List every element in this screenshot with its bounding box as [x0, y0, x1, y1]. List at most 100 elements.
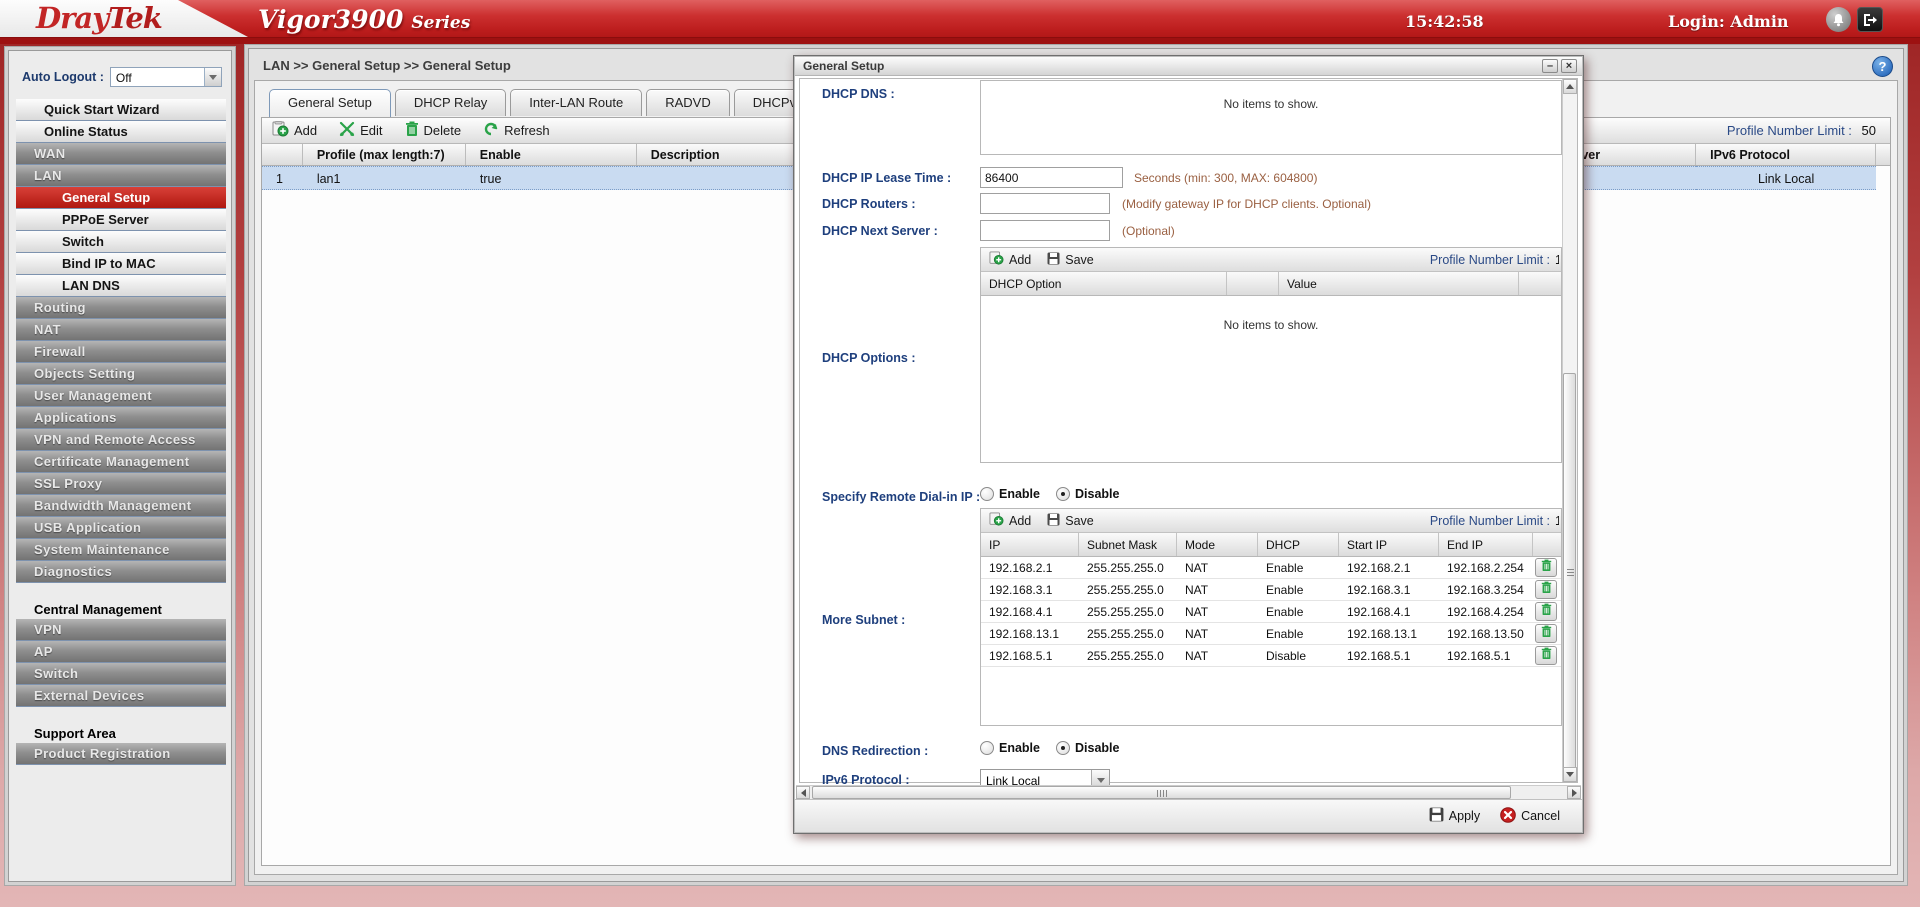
sidebar-item-external-devices[interactable]: External Devices	[16, 685, 226, 707]
sidebar-item-lan-dns[interactable]: LAN DNS	[16, 275, 226, 297]
sidebar-item-nat[interactable]: NAT	[16, 319, 226, 341]
tab-radvd[interactable]: RADVD	[646, 89, 730, 116]
sidebar-item-switch[interactable]: Switch	[16, 663, 226, 685]
dialog-footer: Apply Cancel	[795, 799, 1582, 832]
subnet-cell-mode: NAT	[1177, 627, 1258, 641]
bell-icon[interactable]	[1826, 7, 1851, 32]
clock: 15:42:58	[1405, 12, 1484, 31]
dialog-horizontal-scrollbar[interactable]	[796, 785, 1581, 799]
subnet-delete-button[interactable]	[1535, 580, 1557, 599]
delete-button[interactable]: Delete	[405, 121, 462, 140]
sidebar-item-quick-start-wizard[interactable]: Quick Start Wizard	[16, 99, 226, 121]
trash-icon	[1541, 603, 1552, 621]
sidebar-item-firewall[interactable]: Firewall	[16, 341, 226, 363]
subnet-cell-end-ip: 192.168.2.254	[1439, 561, 1533, 575]
subnet-row-4[interactable]: 192.168.5.1255.255.255.0NATDisable192.16…	[981, 645, 1561, 667]
sidebar-item-wan[interactable]: WAN	[16, 143, 226, 165]
draytek-logo: DrayTek	[36, 1, 162, 35]
auto-logout-label: Auto Logout :	[22, 70, 104, 84]
subnet-delete-button[interactable]	[1535, 646, 1557, 665]
scroll-up-icon[interactable]	[1563, 79, 1577, 94]
sidebar-item-vpn-and-remote-access[interactable]: VPN and Remote Access	[16, 429, 226, 451]
dialin-enable-radio[interactable]	[980, 487, 994, 501]
sidebar-item-bind-ip-to-mac[interactable]: Bind IP to MAC	[16, 253, 226, 275]
subnet-delete-button[interactable]	[1535, 624, 1557, 643]
tab-general-setup[interactable]: General Setup	[269, 89, 391, 117]
sidebar-item-user-management[interactable]: User Management	[16, 385, 226, 407]
subnet-add-button[interactable]: Add	[989, 512, 1031, 529]
next-server-hint: (Optional)	[1122, 224, 1175, 238]
options-column-3	[1519, 272, 1561, 295]
sidebar-item-usb-application[interactable]: USB Application	[16, 517, 226, 539]
sidebar-item-system-maintenance[interactable]: System Maintenance	[16, 539, 226, 561]
subnet-cell-dhcp: Enable	[1258, 583, 1339, 597]
dialog-titlebar[interactable]: General Setup – ×	[795, 57, 1582, 76]
tab-inter-lan-route[interactable]: Inter-LAN Route	[510, 89, 642, 116]
subnet-row-1[interactable]: 192.168.3.1255.255.255.0NATEnable192.168…	[981, 579, 1561, 601]
cancel-button[interactable]: Cancel	[1500, 807, 1560, 826]
lease-time-input[interactable]	[980, 167, 1123, 188]
dns-redirect-disable-radio[interactable]	[1056, 741, 1070, 755]
sidebar-item-applications[interactable]: Applications	[16, 407, 226, 429]
refresh-button[interactable]: Refresh	[483, 121, 550, 140]
sidebar-item-pppoe-server[interactable]: PPPoE Server	[16, 209, 226, 231]
dhcp-routers-input[interactable]	[980, 193, 1110, 214]
add-button[interactable]: Add	[272, 121, 317, 140]
sidebar-item-diagnostics[interactable]: Diagnostics	[16, 561, 226, 583]
edit-button[interactable]: Edit	[339, 121, 382, 140]
scroll-right-icon[interactable]	[1567, 786, 1581, 799]
subnet-cell-mode: NAT	[1177, 583, 1258, 597]
horizontal-scroll-thumb[interactable]	[812, 786, 1511, 799]
dns-redirect-enable-radio[interactable]	[980, 741, 994, 755]
apply-button[interactable]: Apply	[1429, 807, 1480, 825]
sidebar-item-product-registration[interactable]: Product Registration	[16, 743, 226, 765]
row-cell-5: Link Local	[1696, 166, 1876, 190]
page: { "header": { "logo_dray": "Dray", "logo…	[0, 0, 1920, 907]
sidebar-item-switch[interactable]: Switch	[16, 231, 226, 253]
subnet-row-2[interactable]: 192.168.4.1255.255.255.0NATEnable192.168…	[981, 601, 1561, 623]
subnet-column-mode: Mode	[1177, 533, 1258, 556]
vertical-scroll-thumb[interactable]	[1563, 373, 1576, 772]
sidebar-item-general-setup[interactable]: General Setup	[16, 187, 226, 209]
sidebar-item-lan[interactable]: LAN	[16, 165, 226, 187]
auto-logout-dropdown-icon[interactable]	[204, 68, 221, 86]
tab-dhcp-relay[interactable]: DHCP Relay	[395, 89, 506, 116]
dialin-disable-radio[interactable]	[1056, 487, 1070, 501]
sidebar-item-ap[interactable]: AP	[16, 641, 226, 663]
dialog-vertical-scrollbar[interactable]	[1562, 79, 1577, 782]
subnet-row-3[interactable]: 192.168.13.1255.255.255.0NATEnable192.16…	[981, 623, 1561, 645]
row-cell-1: lan1	[303, 166, 466, 190]
close-icon[interactable]: ×	[1561, 59, 1577, 73]
dialog-form: DHCP DNS : No items to show. DHCP IP Lea…	[799, 78, 1578, 783]
dns-redirect-radio-group: Enable Disable	[980, 741, 1135, 755]
logout-icon[interactable]	[1857, 7, 1883, 32]
scroll-down-icon[interactable]	[1563, 767, 1577, 782]
profile-number-limit: Profile Number Limit : 50	[1727, 123, 1876, 138]
sidebar-item-vpn[interactable]: VPN	[16, 619, 226, 641]
dhcp-dns-listbox[interactable]: No items to show.	[980, 80, 1562, 155]
auto-logout-select[interactable]: Off	[110, 67, 222, 87]
sidebar-item-ssl-proxy[interactable]: SSL Proxy	[16, 473, 226, 495]
subnet-save-button[interactable]: Save	[1047, 513, 1094, 529]
options-save-button[interactable]: Save	[1047, 252, 1094, 268]
more-subnet-label: More Subnet :	[822, 613, 905, 627]
subnet-delete-button[interactable]	[1535, 558, 1557, 577]
next-server-input[interactable]	[980, 220, 1110, 241]
options-add-button[interactable]: Add	[989, 251, 1031, 268]
subnet-cell-subnet-mask: 255.255.255.0	[1079, 583, 1177, 597]
sidebar-item-routing[interactable]: Routing	[16, 297, 226, 319]
subnet-cell-start-ip: 192.168.2.1	[1339, 561, 1439, 575]
subnet-delete-button[interactable]	[1535, 602, 1557, 621]
minimize-icon[interactable]: –	[1542, 59, 1558, 73]
scroll-left-icon[interactable]	[796, 786, 810, 799]
trash-icon	[1541, 581, 1552, 599]
sidebar-item-certificate-management[interactable]: Certificate Management	[16, 451, 226, 473]
sidebar-item-objects-setting[interactable]: Objects Setting	[16, 363, 226, 385]
sidebar-item-bandwidth-management[interactable]: Bandwidth Management	[16, 495, 226, 517]
subnet-row-0[interactable]: 192.168.2.1255.255.255.0NATEnable192.168…	[981, 557, 1561, 579]
subnet-column-end-ip: End IP	[1439, 533, 1533, 556]
sidebar-item-online-status[interactable]: Online Status	[16, 121, 226, 143]
subnet-cell-ip: 192.168.4.1	[981, 605, 1079, 619]
help-icon[interactable]: ?	[1872, 56, 1893, 77]
subnet-cell-dhcp: Enable	[1258, 605, 1339, 619]
